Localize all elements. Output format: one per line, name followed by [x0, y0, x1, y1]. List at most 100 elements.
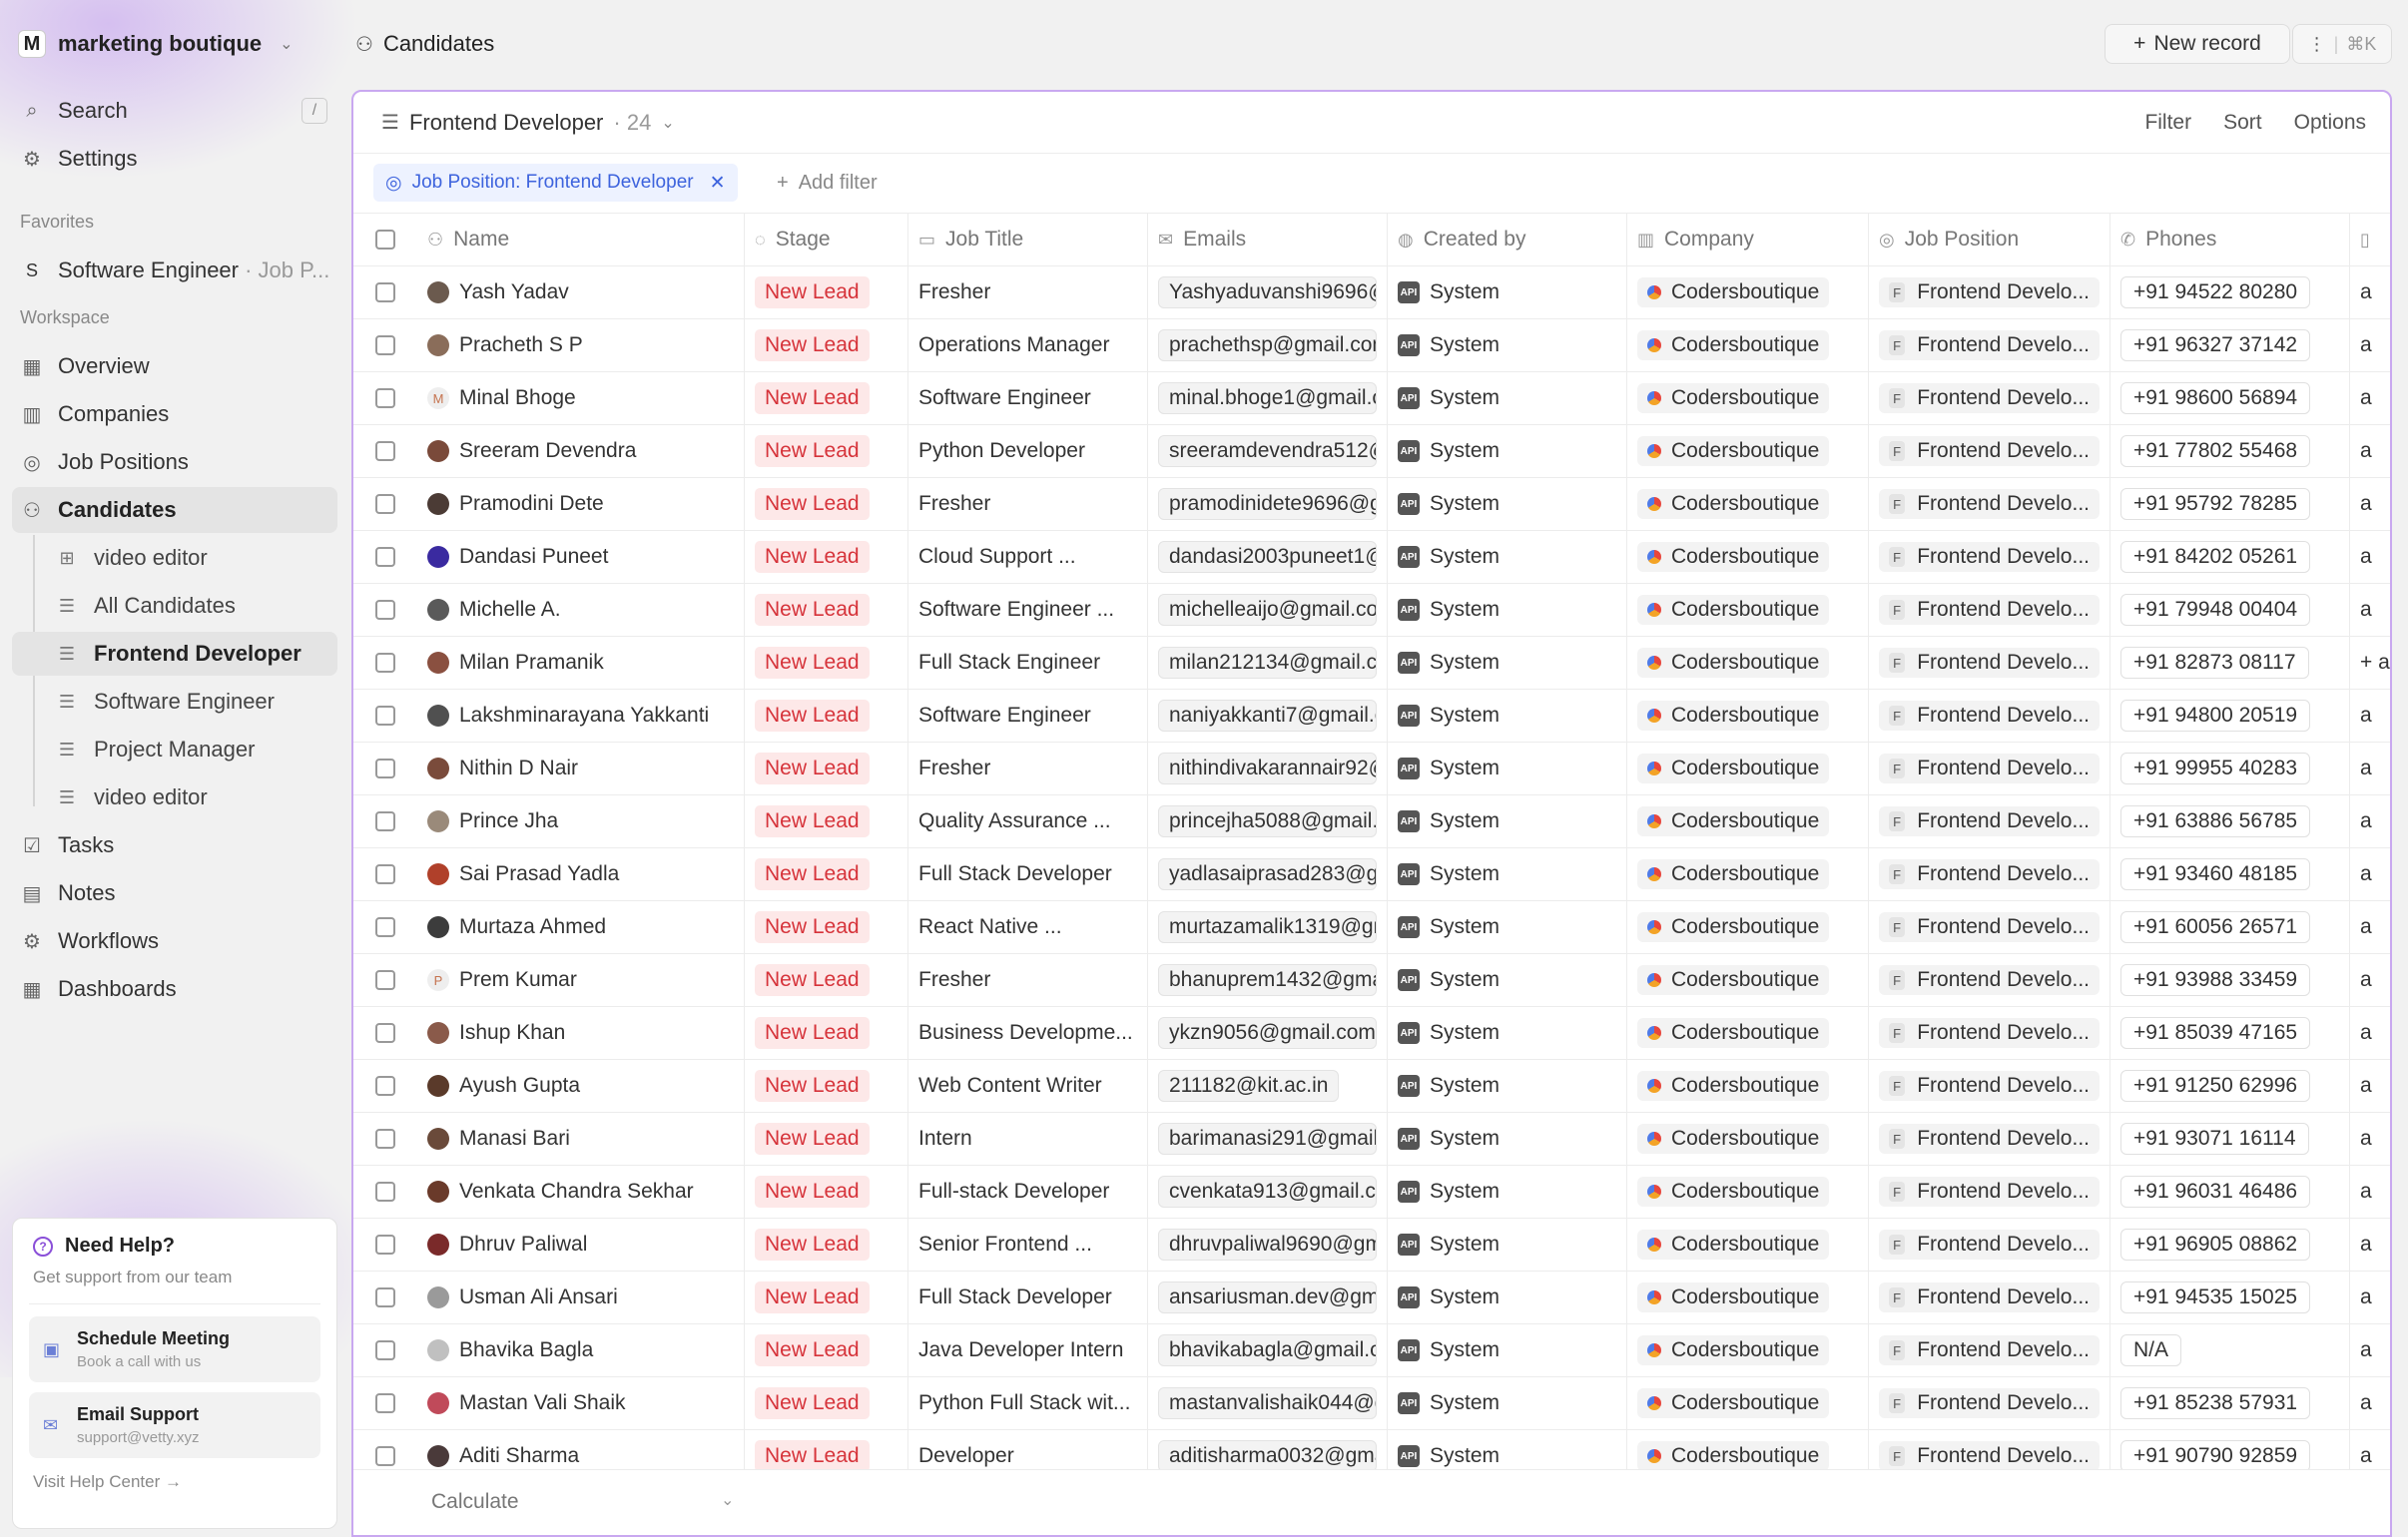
- row-checkbox[interactable]: [375, 1076, 395, 1096]
- job-position-chip[interactable]: F Frontend Develo...: [1879, 648, 2100, 678]
- row-checkbox[interactable]: [375, 388, 395, 408]
- job-title-cell[interactable]: Full Stack Engineer: [908, 636, 1148, 690]
- company-cell[interactable]: Codersboutique: [1627, 689, 1869, 743]
- name-cell[interactable]: Sreeram Devendra: [417, 424, 745, 478]
- email-chip[interactable]: murtazamalik1319@gmail.com: [1158, 911, 1377, 943]
- job-position-cell[interactable]: F Frontend Develo...: [1869, 265, 2110, 319]
- company-cell[interactable]: Codersboutique: [1627, 1006, 1869, 1060]
- job-position-cell[interactable]: F Frontend Develo...: [1869, 1376, 2110, 1430]
- company-chip[interactable]: Codersboutique: [1637, 1282, 1830, 1312]
- stage-cell[interactable]: New Lead: [745, 636, 908, 690]
- stage-cell[interactable]: New Lead: [745, 1059, 908, 1113]
- phone-cell[interactable]: +91 85039 47165: [2110, 1006, 2350, 1060]
- name-cell[interactable]: Prince Jha: [417, 794, 745, 848]
- job-position-chip[interactable]: F Frontend Develo...: [1879, 754, 2100, 783]
- company-cell[interactable]: Codersboutique: [1627, 953, 1869, 1007]
- table-row[interactable]: Pracheth S P New Lead Operations Manager pr…: [353, 318, 2390, 372]
- company-chip[interactable]: Codersboutique: [1637, 330, 1830, 360]
- row-checkbox[interactable]: [375, 1340, 395, 1360]
- column-header-stage[interactable]: ◌ Stage: [745, 213, 908, 266]
- phone-chip[interactable]: +91 96905 08862: [2120, 1229, 2311, 1261]
- row-checkbox[interactable]: [375, 811, 395, 831]
- job-position-chip[interactable]: F Frontend Develo...: [1879, 1441, 2100, 1471]
- job-position-cell[interactable]: F Frontend Develo...: [1869, 1006, 2110, 1060]
- stage-cell[interactable]: New Lead: [745, 1323, 908, 1377]
- company-cell[interactable]: Codersboutique: [1627, 794, 1869, 848]
- row-checkbox[interactable]: [375, 600, 395, 620]
- name-cell[interactable]: Dandasi Puneet: [417, 530, 745, 584]
- extra-cell[interactable]: a: [2350, 1219, 2390, 1272]
- job-position-cell[interactable]: F Frontend Develo...: [1869, 477, 2110, 531]
- phone-chip[interactable]: +91 90790 92859: [2120, 1440, 2311, 1472]
- table-row[interactable]: Lakshminarayana Yakkanti New Lead Software…: [353, 689, 2390, 743]
- row-checkbox[interactable]: [375, 1129, 395, 1149]
- job-position-cell[interactable]: F Frontend Develo...: [1869, 424, 2110, 478]
- job-position-chip[interactable]: F Frontend Develo...: [1879, 1018, 2100, 1048]
- row-checkbox[interactable]: [375, 864, 395, 884]
- row-checkbox[interactable]: [375, 494, 395, 514]
- company-chip[interactable]: Codersboutique: [1637, 1230, 1830, 1260]
- name-cell[interactable]: Bhavika Bagla: [417, 1323, 745, 1377]
- extra-cell[interactable]: a: [2350, 478, 2390, 531]
- table-row[interactable]: Michelle A. New Lead Software Engineer ...…: [353, 583, 2390, 637]
- view-all-candidates[interactable]: ☰ All Candidates: [46, 584, 337, 628]
- company-chip[interactable]: Codersboutique: [1637, 1124, 1830, 1154]
- job-position-cell[interactable]: F Frontend Develo...: [1869, 1165, 2110, 1219]
- phone-cell[interactable]: +91 60056 26571: [2110, 900, 2350, 954]
- job-position-chip[interactable]: F Frontend Develo...: [1879, 1071, 2100, 1101]
- job-position-cell[interactable]: F Frontend Develo...: [1869, 1059, 2110, 1113]
- phone-chip[interactable]: +91 63886 56785: [2120, 805, 2311, 837]
- company-cell[interactable]: Codersboutique: [1627, 318, 1869, 372]
- stage-cell[interactable]: New Lead: [745, 1271, 908, 1324]
- filter-chip-job-position[interactable]: ◎ Job Position: Frontend Developer ✕: [373, 164, 738, 202]
- company-cell[interactable]: Codersboutique: [1627, 477, 1869, 531]
- more-menu-button[interactable]: ⋮ | ⌘K: [2292, 24, 2392, 64]
- phone-chip[interactable]: N/A: [2120, 1334, 2182, 1366]
- job-position-cell[interactable]: F Frontend Develo...: [1869, 847, 2110, 901]
- phone-cell[interactable]: +91 96327 37142: [2110, 318, 2350, 372]
- stage-cell[interactable]: New Lead: [745, 1112, 908, 1166]
- phone-chip[interactable]: +91 99955 40283: [2120, 753, 2311, 784]
- row-checkbox[interactable]: [375, 653, 395, 673]
- job-position-cell[interactable]: F Frontend Develo...: [1869, 742, 2110, 795]
- stage-cell[interactable]: New Lead: [745, 847, 908, 901]
- name-cell[interactable]: Mastan Vali Shaik: [417, 1376, 745, 1430]
- job-position-chip[interactable]: F Frontend Develo...: [1879, 1282, 2100, 1312]
- email-cell[interactable]: michelleaijo@gmail.com: [1148, 583, 1388, 637]
- email-cell[interactable]: cvenkata913@gmail.com: [1148, 1165, 1388, 1219]
- email-cell[interactable]: naniyakkanti7@gmail.com: [1148, 689, 1388, 743]
- options-button[interactable]: Options: [2294, 111, 2366, 135]
- row-checkbox[interactable]: [375, 970, 395, 990]
- phone-cell[interactable]: +91 96031 46486: [2110, 1165, 2350, 1219]
- extra-cell[interactable]: a: [2350, 1060, 2390, 1113]
- schedule-meeting-button[interactable]: ▣ Schedule Meeting Book a call with us: [29, 1316, 320, 1382]
- job-position-chip[interactable]: F Frontend Develo...: [1879, 1230, 2100, 1260]
- table-row[interactable]: Sreeram Devendra New Lead Python Developer…: [353, 424, 2390, 478]
- job-position-cell[interactable]: F Frontend Develo...: [1869, 953, 2110, 1007]
- company-chip[interactable]: Codersboutique: [1637, 912, 1830, 942]
- company-cell[interactable]: Codersboutique: [1627, 847, 1869, 901]
- job-title-cell[interactable]: Full Stack Developer: [908, 847, 1148, 901]
- email-chip[interactable]: dandasi2003puneet1@gmail.com: [1158, 541, 1377, 573]
- company-cell[interactable]: Codersboutique: [1627, 371, 1869, 425]
- table-row[interactable]: Manasi Bari New Lead Intern barimanasi291@g…: [353, 1112, 2390, 1166]
- view-software-engineer[interactable]: ☰ Software Engineer: [46, 680, 337, 724]
- column-header-company[interactable]: ▥ Company: [1627, 213, 1869, 266]
- job-position-chip[interactable]: F Frontend Develo...: [1879, 912, 2100, 942]
- name-cell[interactable]: Pramodini Dete: [417, 477, 745, 531]
- extra-cell[interactable]: a: [2350, 690, 2390, 743]
- table-row[interactable]: Dandasi Puneet New Lead Cloud Support ... d…: [353, 530, 2390, 584]
- phone-chip[interactable]: +91 93460 48185: [2120, 858, 2311, 890]
- company-chip[interactable]: Codersboutique: [1637, 595, 1830, 625]
- name-cell[interactable]: Michelle A.: [417, 583, 745, 637]
- job-position-cell[interactable]: F Frontend Develo...: [1869, 530, 2110, 584]
- job-title-cell[interactable]: Web Content Writer: [908, 1059, 1148, 1113]
- column-header-emails[interactable]: ✉ Emails: [1148, 213, 1388, 266]
- sidebar-item-notes[interactable]: ▤ Notes: [12, 870, 337, 916]
- company-chip[interactable]: Codersboutique: [1637, 1335, 1830, 1365]
- phone-cell[interactable]: +91 85238 57931: [2110, 1376, 2350, 1430]
- job-title-cell[interactable]: Quality Assurance ...: [908, 794, 1148, 848]
- stage-cell[interactable]: New Lead: [745, 583, 908, 637]
- table-row[interactable]: M Minal Bhoge New Lead Software Engineer min…: [353, 371, 2390, 425]
- extra-cell[interactable]: a: [2350, 1113, 2390, 1166]
